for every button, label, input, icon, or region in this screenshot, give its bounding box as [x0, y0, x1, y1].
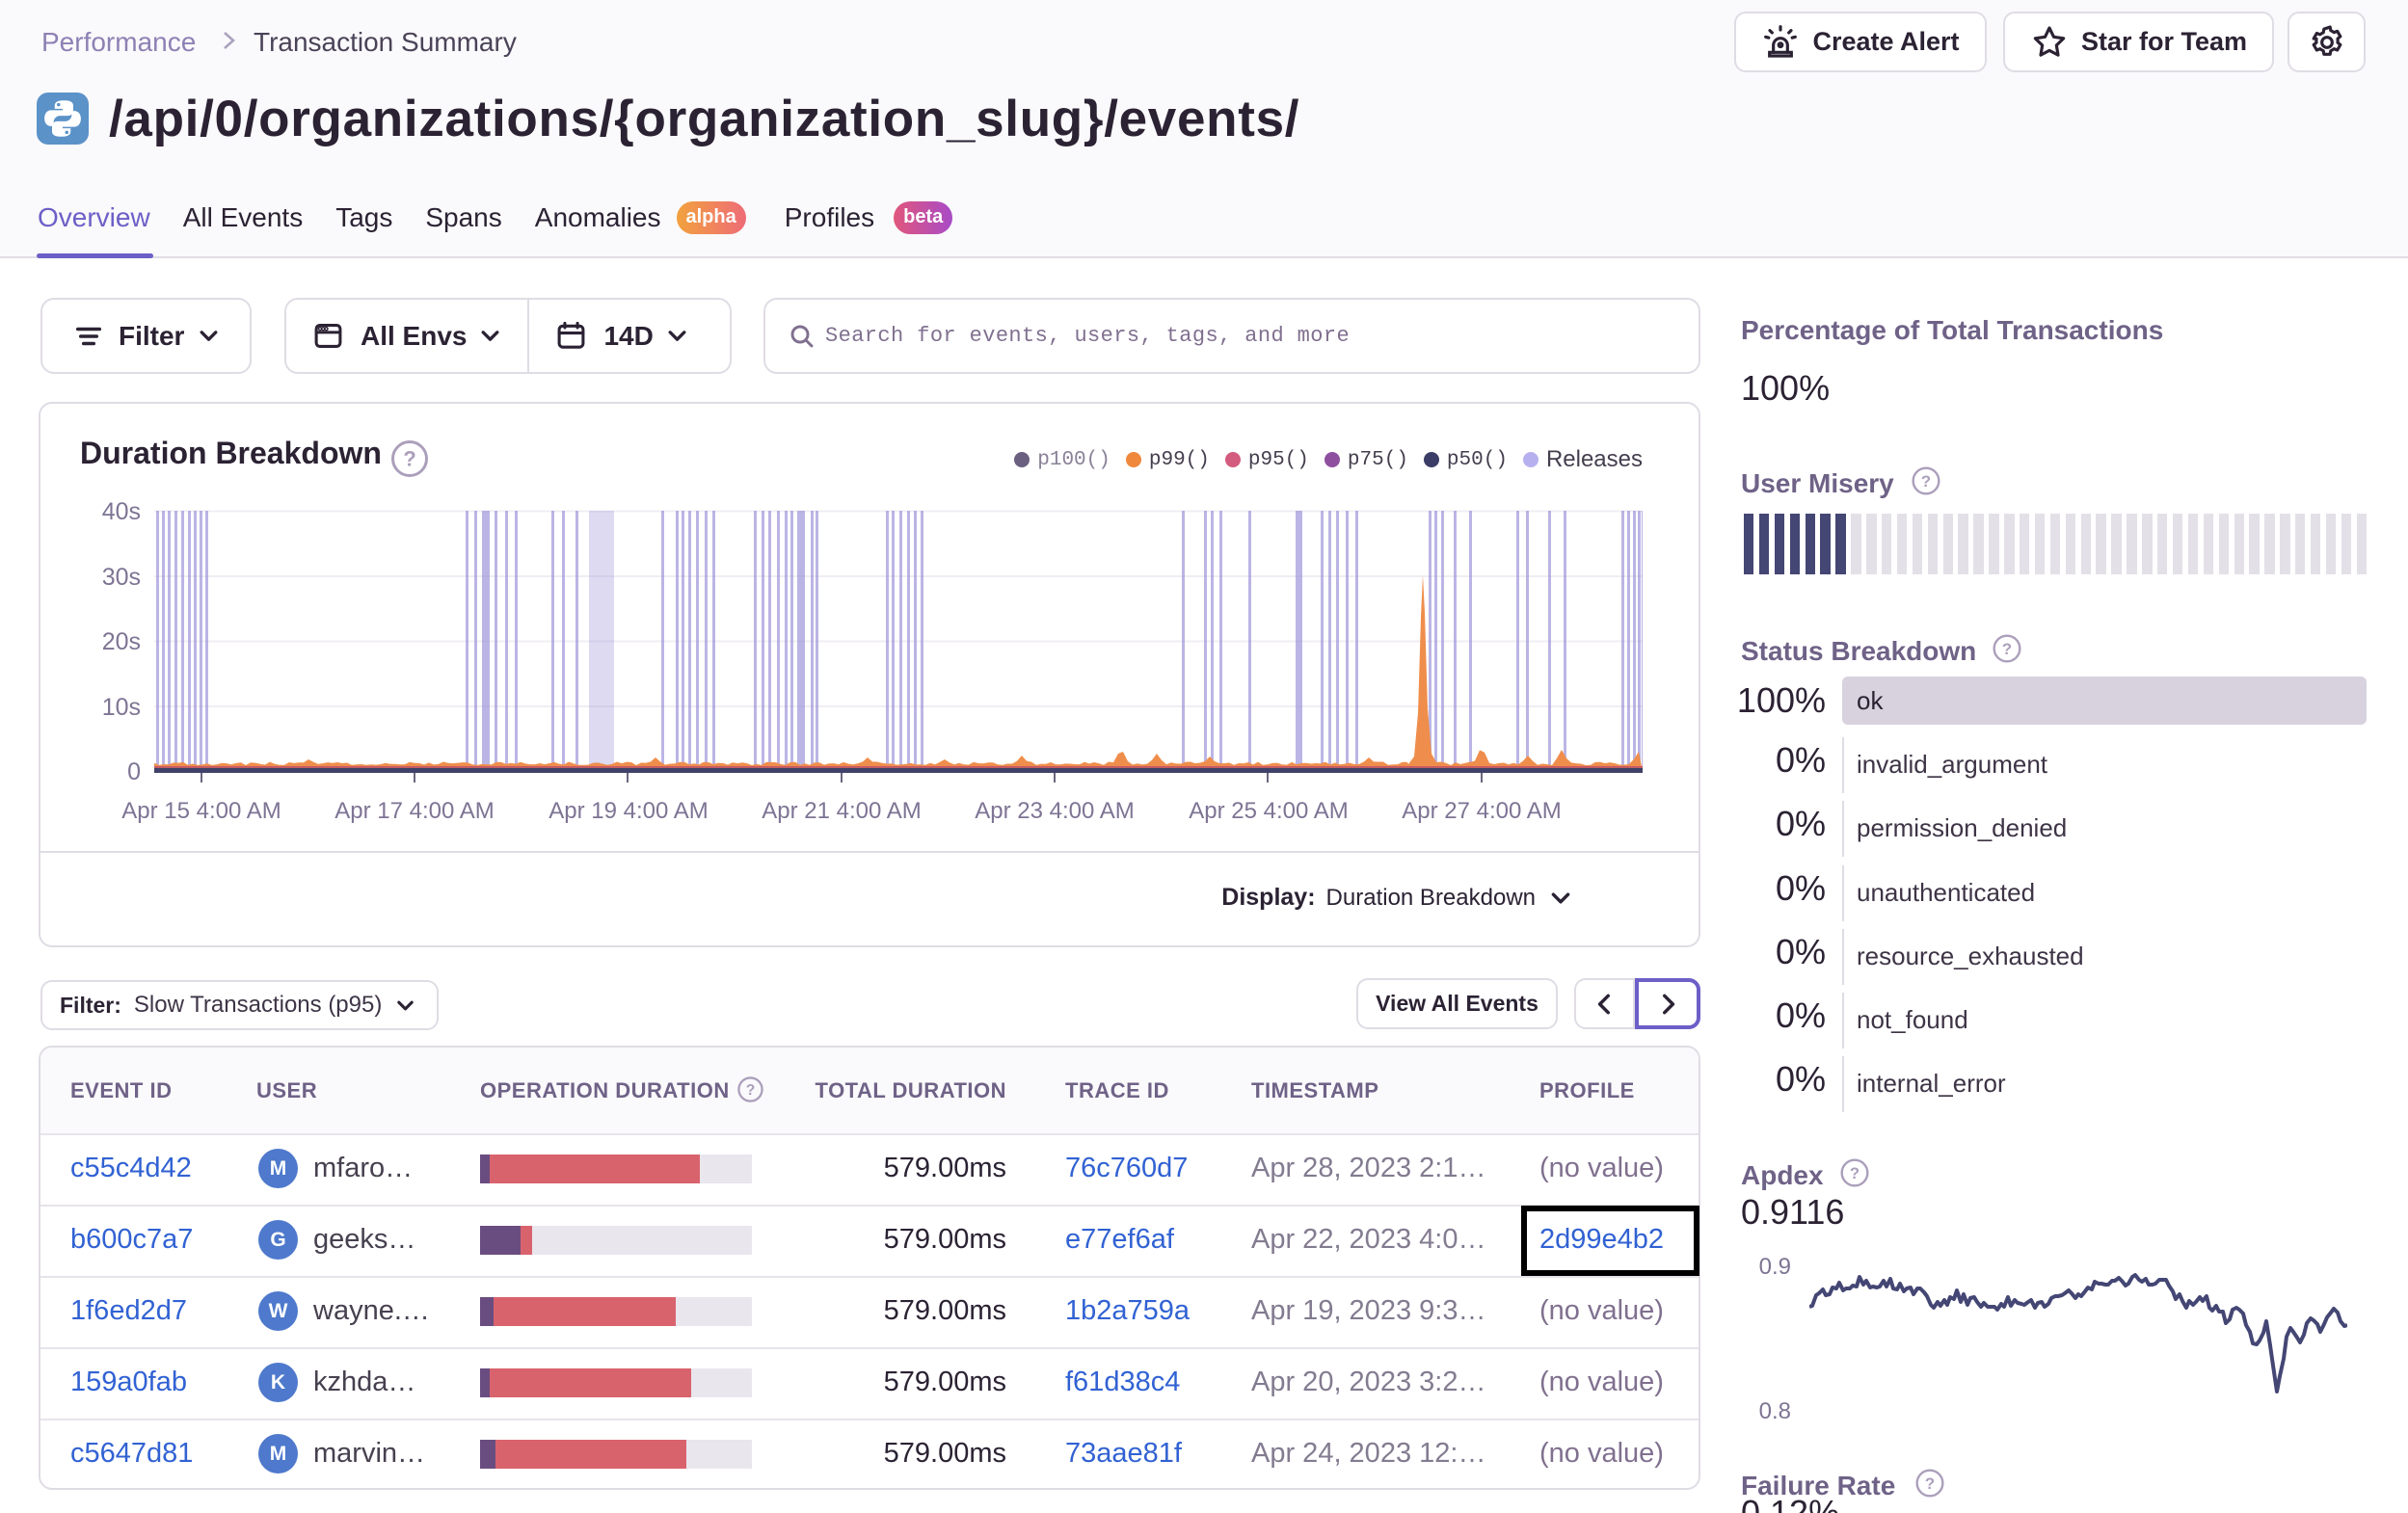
svg-text:?: ?: [403, 447, 415, 471]
svg-text:?: ?: [2002, 640, 2012, 658]
svg-text:?: ?: [1850, 1164, 1860, 1182]
svg-text:?: ?: [1921, 472, 1931, 491]
svg-text:?: ?: [1925, 1474, 1935, 1493]
svg-text:?: ?: [746, 1082, 756, 1099]
